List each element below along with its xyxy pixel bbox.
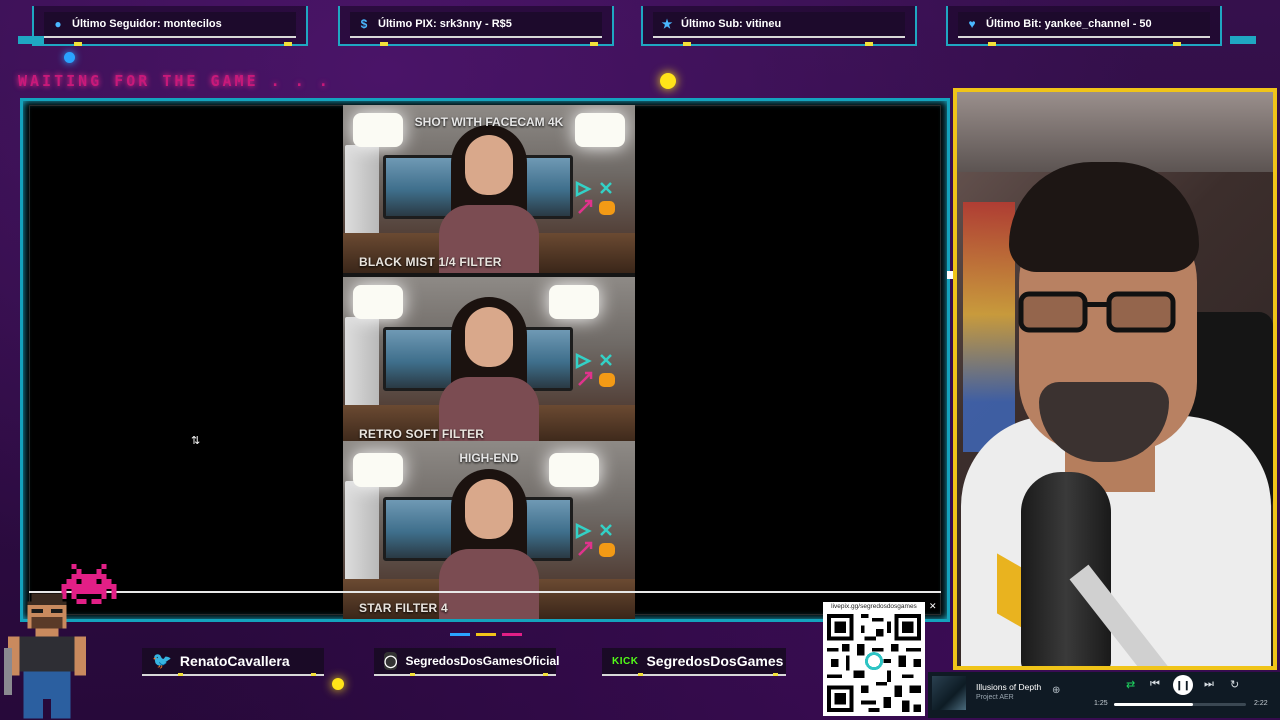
social-instagram[interactable]: ◯ SegredosDosGamesOficial bbox=[374, 648, 560, 676]
corner-decoration bbox=[18, 36, 44, 44]
star-icon: ★ bbox=[661, 17, 673, 31]
elgato-logo-icon bbox=[575, 522, 615, 557]
close-icon[interactable]: ✕ bbox=[929, 601, 937, 612]
track-duration: 2:22 bbox=[1254, 700, 1268, 707]
twitter-bird-icon: 🐦 bbox=[152, 653, 172, 670]
video-panel: SHOT WITH FACECAM 4K BLACK MIST 1/4 FILT… bbox=[343, 105, 635, 273]
album-art bbox=[932, 676, 966, 710]
waiting-status-text: WAITING FOR THE GAME . . . bbox=[18, 72, 331, 90]
track-title: Illusions of Depth bbox=[976, 682, 1042, 692]
game-capture-frame: SHOT WITH FACECAM 4K BLACK MIST 1/4 FILT… bbox=[20, 98, 953, 622]
elgato-logo-icon bbox=[575, 352, 615, 387]
video-panel: RETRO SOFT FILTER bbox=[343, 277, 635, 445]
video-player[interactable]: SHOT WITH FACECAM 4K BLACK MIST 1/4 FILT… bbox=[343, 105, 635, 619]
dollar-icon: $ bbox=[360, 17, 368, 31]
playback-progress-bar[interactable] bbox=[1114, 703, 1246, 706]
pause-button[interactable]: ❙❙ bbox=[1173, 675, 1193, 695]
track-artist: Project AER bbox=[976, 694, 1014, 701]
panel-caption: RETRO SOFT FILTER bbox=[359, 427, 485, 441]
user-icon: ● bbox=[54, 17, 62, 31]
kick-handle: SegredosDosGames bbox=[646, 653, 784, 669]
qr-code-icon bbox=[827, 614, 921, 712]
webcam-feed bbox=[953, 88, 1277, 670]
repeat-icon[interactable]: ↻ bbox=[1230, 678, 1239, 691]
twitter-handle: RenatoCavallera bbox=[179, 653, 290, 669]
pixel-avatar-icon bbox=[4, 593, 87, 719]
alert-last-sub: ★ Último Sub: vitineu bbox=[641, 6, 917, 46]
glow-dot bbox=[64, 52, 75, 63]
alert-text: Último PIX: srk3nny - R$5 bbox=[378, 18, 512, 30]
glow-dot bbox=[332, 678, 344, 690]
instagram-handle: SegredosDosGamesOficial bbox=[405, 654, 560, 668]
panel-top-caption: HIGH-END bbox=[459, 451, 519, 465]
panel-top-caption: SHOT WITH FACECAM 4K bbox=[414, 115, 564, 129]
livepix-qr-code[interactable]: livepix.gg/segredosdosgames bbox=[823, 602, 925, 716]
alert-text: Último Sub: vitineu bbox=[681, 18, 782, 30]
elgato-logo-icon bbox=[575, 180, 615, 215]
video-progress-line bbox=[29, 591, 941, 593]
add-to-library-icon[interactable]: ⊕ bbox=[1052, 685, 1060, 696]
alert-last-bit: ♥ Último Bit: yankee_channel - 50 bbox=[946, 6, 1222, 46]
glow-dot bbox=[660, 73, 676, 89]
music-player: Illusions of Depth Project AER ⊕ ⇄ ⏮ ❙❙ … bbox=[928, 672, 1280, 718]
alert-text: Último Bit: yankee_channel - 50 bbox=[986, 18, 1152, 30]
elapsed-time: 1:25 bbox=[1094, 700, 1108, 707]
instagram-icon: ◯ bbox=[384, 652, 398, 670]
shuffle-icon[interactable]: ⇄ bbox=[1126, 678, 1135, 691]
social-kick[interactable]: KICK SegredosDosGames bbox=[602, 648, 786, 676]
alert-last-pix: $ Último PIX: srk3nny - R$5 bbox=[338, 6, 614, 46]
next-track-icon[interactable]: ⏭ bbox=[1204, 678, 1214, 691]
kick-logo-icon: KICK bbox=[612, 655, 639, 667]
qr-url-label: livepix.gg/segredosdosgames bbox=[831, 603, 917, 610]
alert-text: Último Seguidor: montecilos bbox=[72, 18, 222, 30]
playback-progress-fill bbox=[1114, 703, 1194, 706]
corner-decoration bbox=[1230, 36, 1256, 44]
mouse-cursor-icon: ⇅ bbox=[191, 435, 201, 447]
previous-track-icon[interactable]: ⏮ bbox=[1150, 678, 1160, 691]
panel-caption: STAR FILTER 4 bbox=[359, 601, 448, 615]
heart-icon: ♥ bbox=[968, 17, 976, 31]
panel-caption: BLACK MIST 1/4 FILTER bbox=[359, 255, 502, 269]
alert-last-follower: ● Último Seguidor: montecilos bbox=[32, 6, 308, 46]
social-twitter[interactable]: 🐦 RenatoCavallera bbox=[142, 648, 324, 676]
